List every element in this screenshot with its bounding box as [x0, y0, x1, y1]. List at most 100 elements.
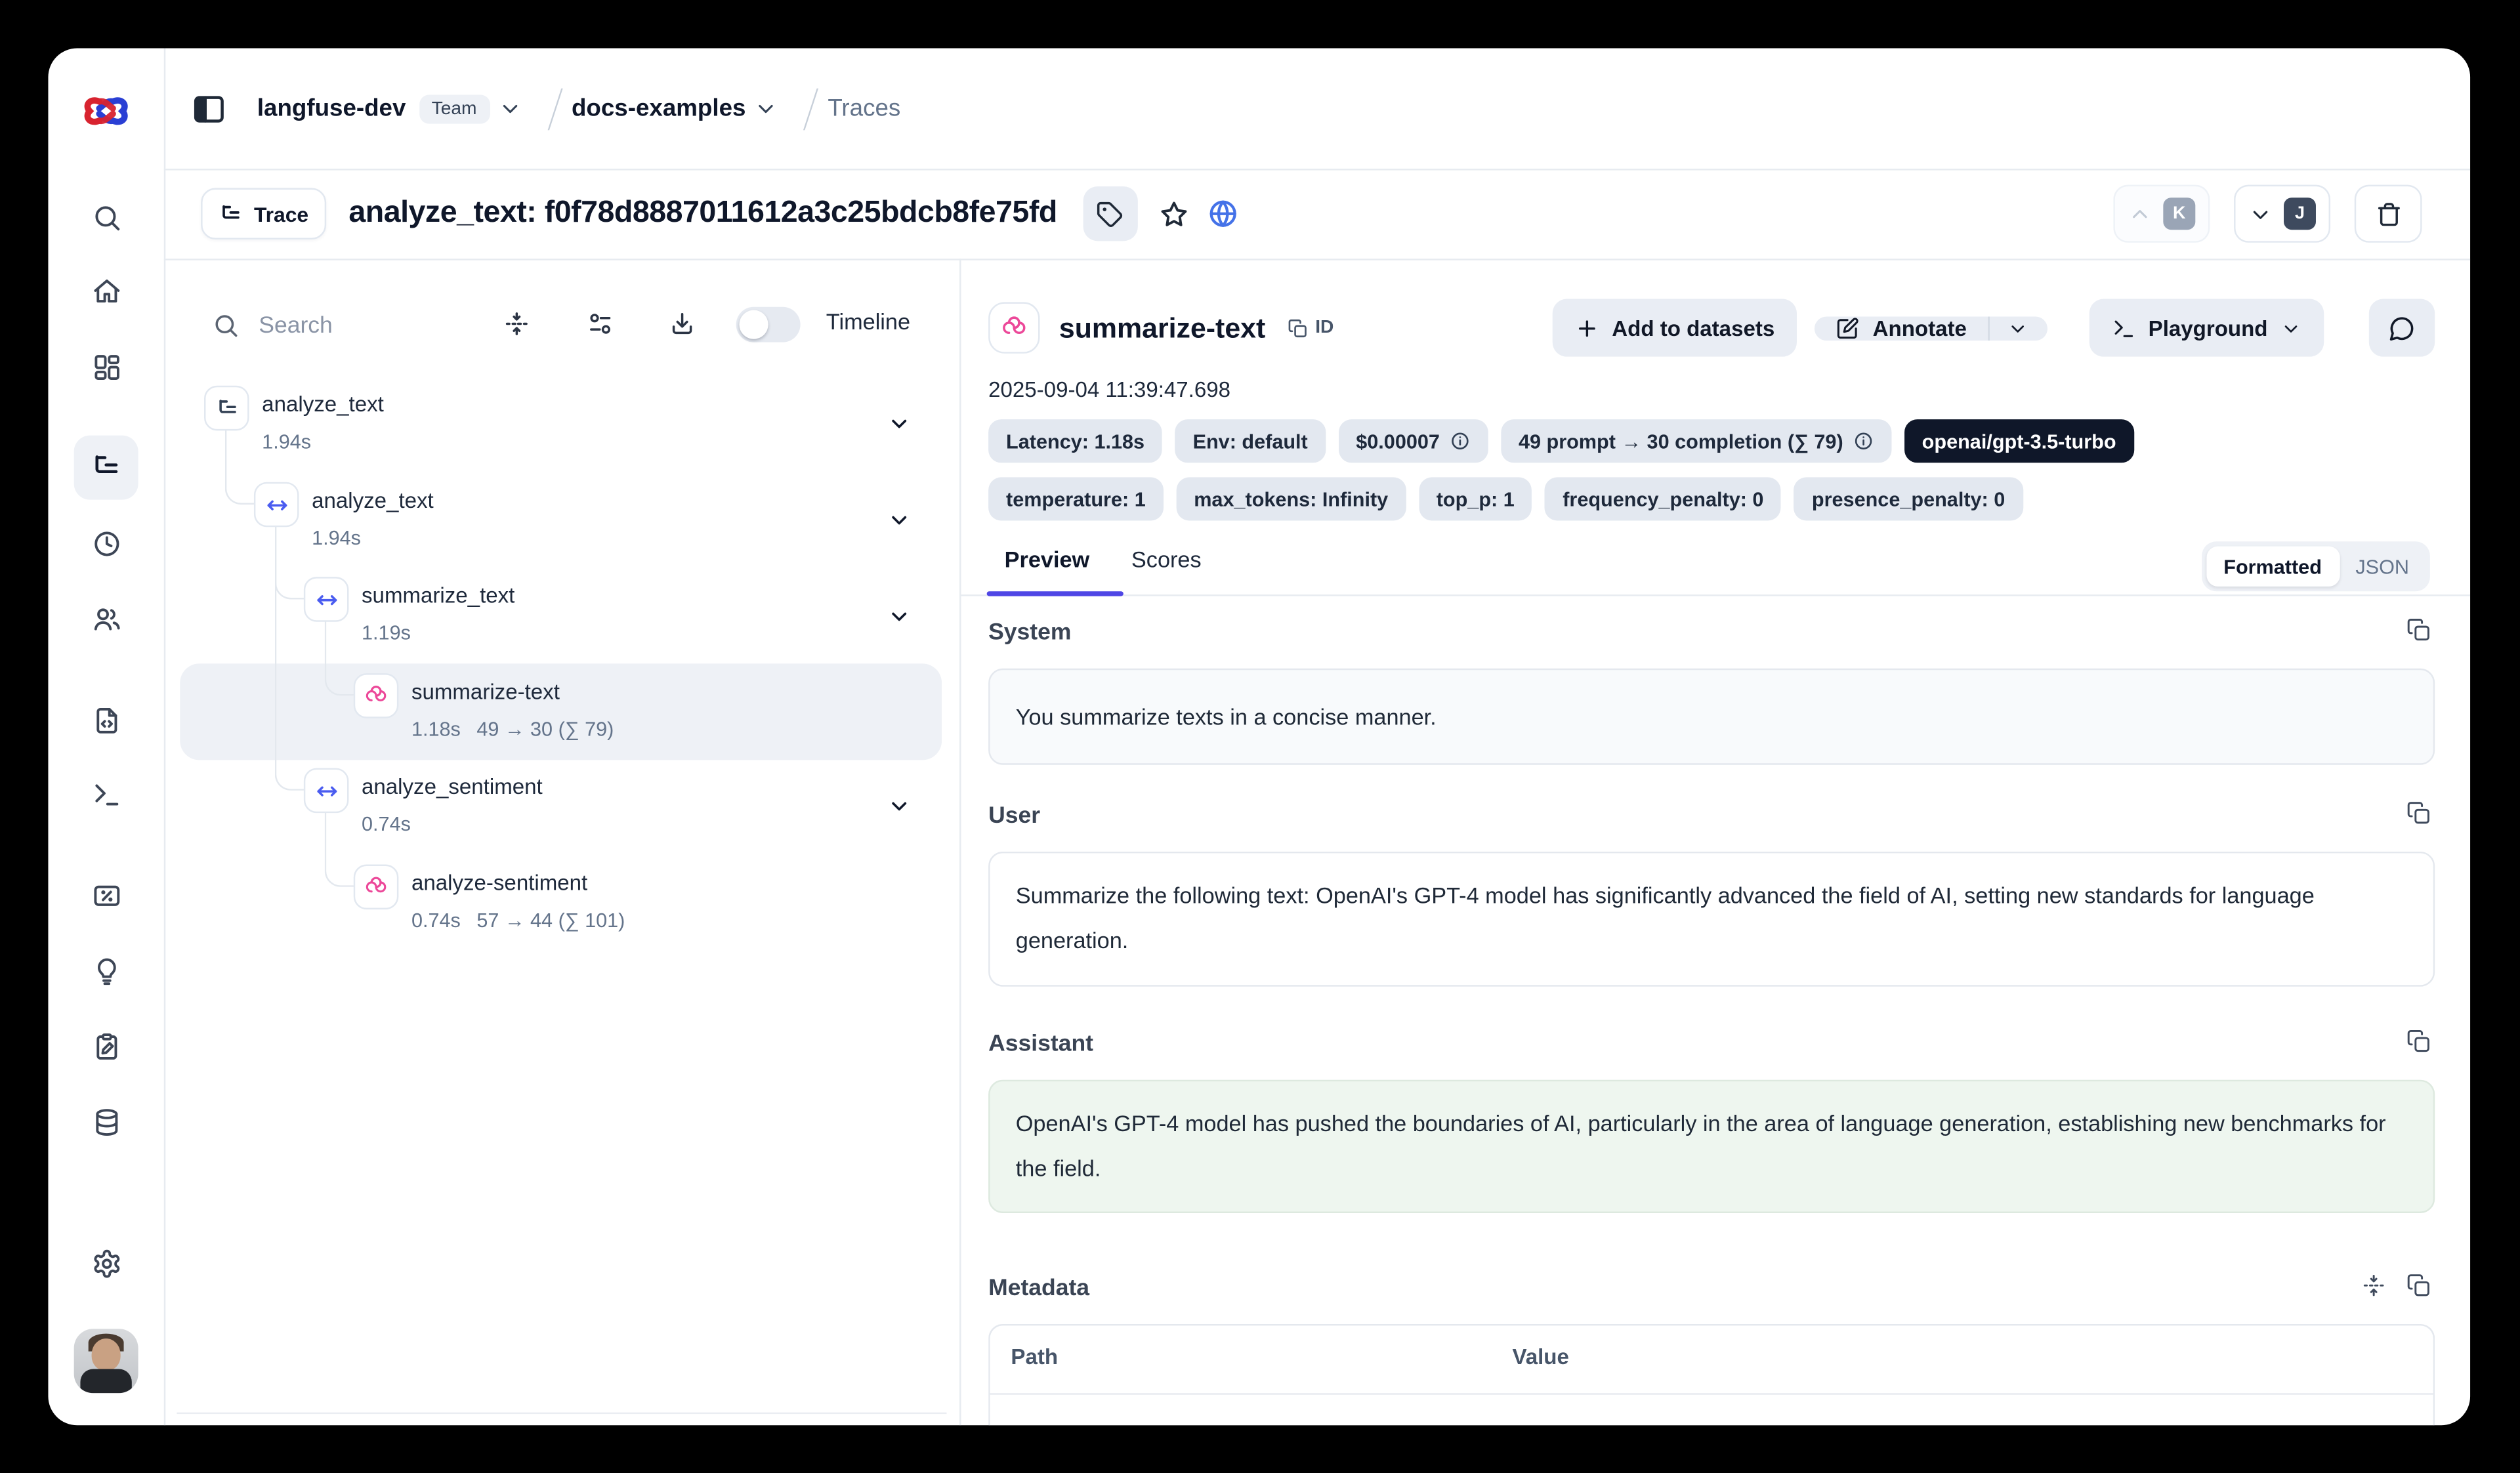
bookmark-button[interactable]	[1158, 198, 1189, 229]
breadcrumb-page[interactable]: Traces	[828, 94, 900, 122]
metadata-col-path: Path	[1011, 1345, 1058, 1369]
format-toggle: Formatted JSON	[2201, 541, 2430, 591]
comments-button[interactable]	[2369, 299, 2435, 357]
annotate-button-group: Annotate	[1815, 316, 2047, 340]
search-icon	[212, 312, 240, 339]
collapse-node-button[interactable]	[887, 794, 912, 818]
observation-timestamp: 2025-09-04 11:39:47.698	[988, 378, 1230, 402]
tree-row-span-summarize_text[interactable]: summarize_text 1.19s	[164, 561, 947, 655]
format-json-option[interactable]: JSON	[2340, 547, 2426, 587]
format-formatted-option[interactable]: Formatted	[2206, 547, 2340, 587]
sidebar-toggle-button[interactable]	[191, 91, 226, 126]
tab-scores[interactable]: Scores	[1131, 547, 1202, 579]
search-icon	[91, 201, 121, 232]
observation-title: summarize-text	[1059, 311, 1265, 344]
delete-trace-button[interactable]	[2355, 185, 2422, 243]
param-badge: top_p: 1	[1419, 477, 1532, 520]
cost-badge[interactable]: $0.00007	[1338, 419, 1488, 463]
copy-assistant-button[interactable]	[2406, 1028, 2431, 1054]
assistant-message-box: OpenAI's GPT-4 model has pushed the boun…	[988, 1080, 2435, 1213]
sidebar-item-insights[interactable]	[74, 938, 138, 1003]
sidebar-item-traces[interactable]	[74, 436, 138, 500]
user-avatar[interactable]	[74, 1329, 138, 1393]
collapse-node-button[interactable]	[887, 508, 912, 532]
view-settings-button[interactable]	[587, 310, 614, 338]
metadata-table: Path Value	[988, 1324, 2435, 1425]
tab-preview[interactable]: Preview	[1005, 547, 1090, 579]
download-button[interactable]	[669, 310, 696, 338]
copy-icon	[2406, 1273, 2431, 1298]
param-badge: frequency_penalty: 0	[1545, 477, 1781, 520]
next-trace-button[interactable]: J	[2234, 185, 2330, 243]
collapse-node-button[interactable]	[887, 411, 912, 436]
tokens-badge[interactable]: 49 prompt → 30 completion (∑ 79)	[1501, 419, 1891, 463]
sidebar-item-search[interactable]	[74, 185, 138, 249]
sidebar-item-sessions[interactable]	[74, 511, 138, 575]
trace-type-label: Trace	[254, 201, 308, 226]
sidebar-item-home[interactable]	[74, 259, 138, 323]
copy-icon	[1288, 318, 1309, 339]
project-switcher-button[interactable]	[754, 96, 778, 121]
tree-row-span-analyze_sentiment[interactable]: analyze_sentiment 0.74s	[164, 752, 947, 846]
fold-vertical-icon	[2361, 1273, 2387, 1298]
tree-row-generation-summarize-text[interactable]: summarize-text 1.18s49 → 30 (∑ 79)	[164, 657, 947, 752]
timeline-toggle[interactable]	[736, 307, 801, 342]
clipboard-pen-icon	[91, 1031, 121, 1062]
sidebar-item-playground[interactable]	[74, 762, 138, 826]
observation-header: summarize-text ID Add to datasets Annota…	[988, 299, 2435, 357]
copy-metadata-button[interactable]	[2406, 1273, 2431, 1298]
tag-button[interactable]	[1083, 186, 1137, 241]
model-badge[interactable]: openai/gpt-3.5-turbo	[1904, 419, 2134, 463]
sidebar-item-prompts[interactable]	[74, 688, 138, 752]
sidebar-item-datasets[interactable]	[74, 1089, 138, 1153]
previous-trace-button[interactable]: K	[2113, 185, 2210, 243]
playground-button[interactable]: Playground	[2089, 299, 2324, 357]
chevron-down-icon	[754, 96, 778, 121]
org-switcher-button[interactable]	[497, 96, 522, 121]
tree-row-generation-analyze-sentiment[interactable]: analyze-sentiment 0.74s57 → 44 (∑ 101)	[164, 848, 947, 943]
screen-background: langfuse-dev Team docs-examples Traces T…	[0, 0, 2520, 1473]
sidebar-item-evaluation[interactable]	[74, 863, 138, 927]
active-tab-underline	[987, 591, 1124, 596]
tree-row-span-analyze_text[interactable]: analyze_text 1.94s	[164, 466, 947, 560]
sidebar-item-annotation[interactable]	[74, 1014, 138, 1078]
tree-row-trace-analyze_text[interactable]: analyze_text 1.94s	[164, 369, 947, 464]
add-to-datasets-button[interactable]: Add to datasets	[1553, 299, 1797, 357]
trash-icon	[2374, 200, 2402, 228]
copy-icon	[2406, 1028, 2431, 1054]
chevron-down-icon	[497, 96, 522, 121]
terminal-icon	[91, 779, 121, 810]
breadcrumb-separator	[788, 87, 819, 129]
sidebar	[48, 48, 165, 1425]
search-input[interactable]	[255, 304, 487, 349]
sidebar-item-users[interactable]	[74, 587, 138, 651]
chevron-up-icon	[2128, 201, 2152, 226]
breadcrumb-org[interactable]: langfuse-dev	[257, 94, 406, 122]
collapse-node-button[interactable]	[887, 604, 912, 629]
download-icon	[669, 310, 696, 338]
collapse-all-button[interactable]	[503, 310, 531, 338]
chevron-down-icon	[2007, 318, 2028, 339]
annotate-dropdown-button[interactable]	[1989, 316, 2047, 340]
system-message-box: You summarize texts in a concise manner.	[988, 669, 2435, 765]
trace-type-badge[interactable]: Trace	[201, 188, 326, 239]
sliders-icon	[587, 310, 614, 338]
public-share-button[interactable]	[1207, 197, 1239, 230]
expand-metadata-button[interactable]	[2361, 1273, 2387, 1298]
param-badge: presence_penalty: 0	[1794, 477, 2023, 520]
list-tree-icon	[219, 201, 243, 226]
clock-icon	[91, 528, 121, 558]
annotate-button[interactable]: Annotate	[1815, 316, 1987, 340]
copy-system-button[interactable]	[2406, 617, 2431, 642]
sidebar-item-dashboards[interactable]	[74, 334, 138, 398]
trace-title: analyze_text: f0f78d8887011612a3c25bdcb8…	[348, 196, 1057, 232]
env-badge: Env: default	[1175, 419, 1326, 463]
panel-left-icon	[191, 91, 226, 126]
langfuse-logo-icon	[79, 92, 133, 142]
sidebar-item-settings[interactable]	[74, 1231, 138, 1295]
copy-id-button[interactable]: ID	[1288, 318, 1334, 339]
breadcrumb-project[interactable]: docs-examples	[572, 94, 746, 122]
span-icon	[304, 768, 349, 814]
pen-square-icon	[1836, 316, 1860, 340]
copy-user-button[interactable]	[2406, 800, 2431, 826]
